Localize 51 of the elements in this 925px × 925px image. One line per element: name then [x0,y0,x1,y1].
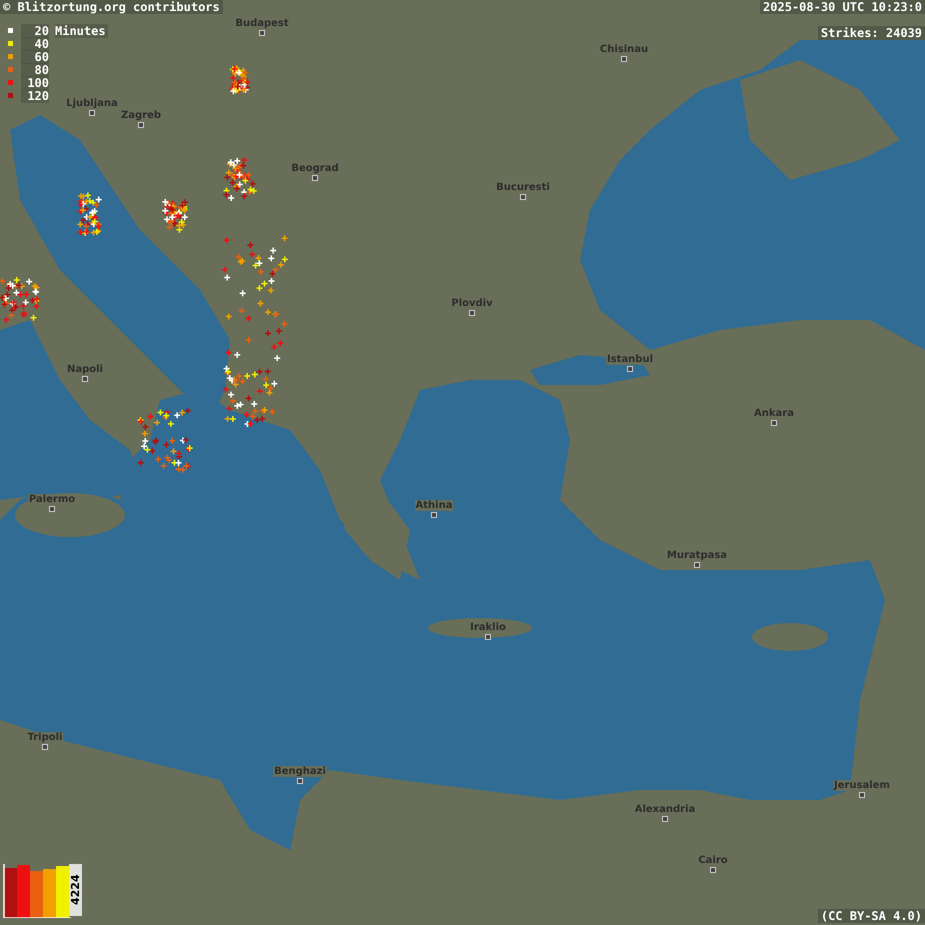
city-marker-icon [621,56,627,62]
city-label: Athina [414,500,454,511]
city-marker-icon [627,366,633,372]
strike-count-text: Strikes: 24039 [818,26,925,40]
license-text: (CC BY-SA 4.0) [818,909,925,923]
city-label: Plovdiv [450,298,494,309]
legend-label: 80 [21,62,49,76]
timestamp-text: 2025-08-30 UTC 10:23:0 [760,0,925,14]
city-marker-icon [710,867,716,873]
city-label: Benghazi [273,766,327,777]
city-marker-icon [312,175,318,181]
legend-label: 40 [21,36,49,50]
city-label: Tripoli [26,732,64,743]
city-marker-icon [297,778,303,784]
city-label: Ankara [753,408,795,419]
city-marker-icon [771,420,777,426]
city-label: Napoli [66,364,104,375]
city-marker-icon [138,122,144,128]
city-marker-icon [859,792,865,798]
city-label: Iraklio [469,622,507,633]
histogram-drawing [1,864,71,918]
city-marker-icon [89,110,95,116]
city-label: Palermo [28,494,76,505]
city-label: Cairo [697,855,729,866]
city-label: Chisinau [598,44,650,55]
legend-label: 100 [21,76,49,90]
city-label: Budapest [234,18,290,29]
legend-label: 20 [21,24,49,38]
legend-unit-label: Minutes [55,24,108,38]
city-marker-icon [485,634,491,640]
city-marker-icon [431,512,437,518]
legend-label: 120 [21,88,49,102]
city-label: Muratpasa [666,550,728,561]
city-label: Istanbul [606,354,654,365]
city-label: Bucuresti [495,182,551,193]
city-marker-icon [694,562,700,568]
attribution-text: © Blitzortung.org contributors [0,0,223,14]
city-marker-icon [520,194,526,200]
city-label: Ljubljana [65,98,119,109]
city-label: Beograd [290,163,340,174]
city-marker-icon [42,744,48,750]
city-label: Alexandria [634,804,696,815]
city-marker-icon [662,816,668,822]
histogram-count-label: 4224 [69,864,82,916]
city-marker-icon [49,506,55,512]
city-label: Zagreb [120,110,162,121]
city-marker-icon [259,30,265,36]
city-label: Jerusalem [833,780,891,791]
legend-label: 60 [21,50,49,64]
city-marker-icon [469,310,475,316]
city-marker-icon [82,376,88,382]
